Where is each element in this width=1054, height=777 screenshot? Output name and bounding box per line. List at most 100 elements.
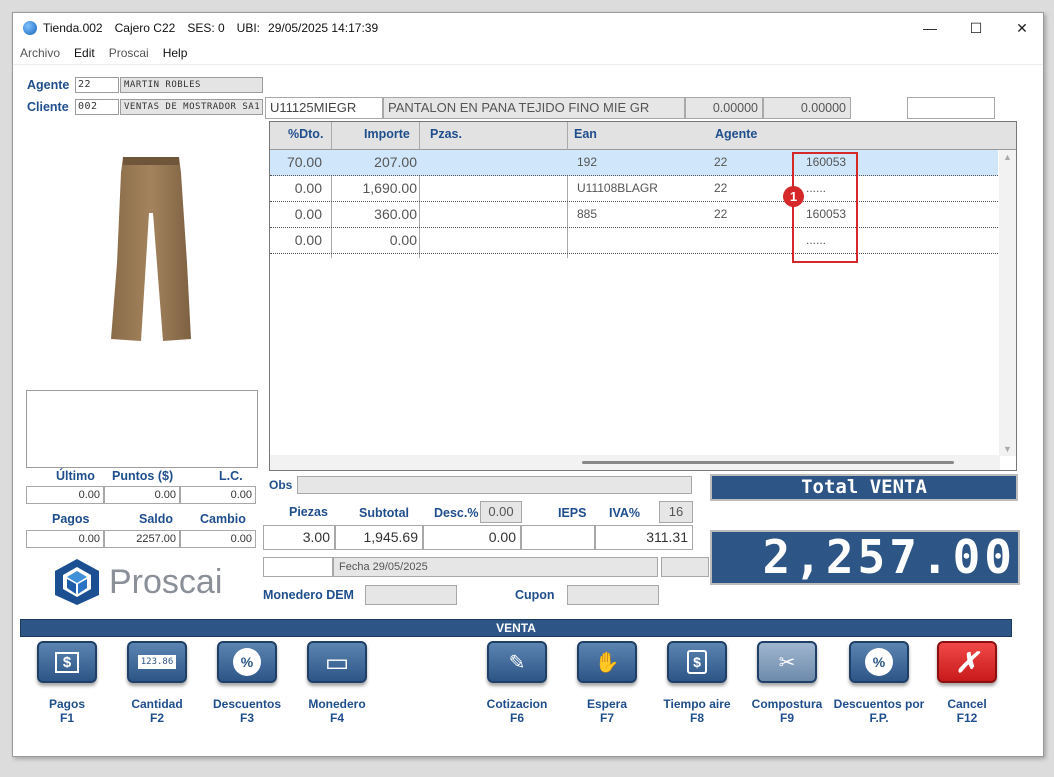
hand-icon[interactable]: ✋ — [577, 641, 637, 683]
pagos-f1-button[interactable]: $ Pagos F1 — [31, 641, 103, 725]
session-label: SES: 0 — [187, 21, 225, 35]
table-row[interactable]: 0.00 1,690.00 U11108BLAGR 22 ...... — [270, 176, 998, 202]
row-ean: U11108BLAGR — [577, 181, 658, 195]
subtotal-label: Subtotal — [359, 506, 409, 520]
proscai-logo: Proscai — [51, 557, 222, 607]
table-row[interactable]: 70.00 207.00 192 22 160053 — [270, 150, 998, 176]
proscai-cube-icon — [51, 557, 103, 607]
col-agente[interactable]: Agente — [715, 122, 775, 150]
product-extra-field[interactable] — [907, 97, 995, 119]
quote-pencil-icon[interactable]: ✎ — [487, 641, 547, 683]
cliente-code-field[interactable]: 002 — [75, 99, 119, 115]
product-description-field: PANTALON EN PANA TEJIDO FINO MIE GR — [383, 97, 685, 119]
row-dto: 70.00 — [286, 154, 322, 170]
puntos-label: Puntos ($) — [112, 469, 174, 483]
col-importe[interactable]: Importe — [364, 122, 424, 150]
espera-caption: Espera — [586, 697, 628, 711]
scroll-up-icon[interactable]: ▲ — [1003, 152, 1012, 162]
grid-horizontal-scrollbar[interactable] — [270, 455, 1000, 470]
agente-name-field: MARTIN ROBLES — [120, 77, 263, 93]
product-value1-field: 0.00000 — [685, 97, 763, 119]
row-dto: 0.00 — [294, 180, 322, 196]
menu-edit[interactable]: Edit — [74, 46, 95, 60]
puntos-field: 0.00 — [104, 486, 180, 504]
hscroll-thumb[interactable] — [582, 461, 954, 464]
total-venta-amount: 2,257.00 — [710, 530, 1020, 585]
compostura-f9-button[interactable]: ✂ Compostura F9 — [751, 641, 823, 725]
cupon-field[interactable] — [567, 585, 659, 605]
scissors-icon[interactable]: ✂ — [757, 641, 817, 683]
fecha-blank-field — [263, 557, 333, 577]
phone-dollar-icon[interactable]: $ — [667, 641, 727, 683]
grid-header: %Dto. Importe Pzas. Ean Agente — [270, 122, 1016, 150]
desc-pct-field: 0.00 — [480, 501, 522, 523]
monedero-f4-button[interactable]: ▭ Monedero F4 — [301, 641, 373, 725]
compostura-caption: Compostura — [751, 697, 823, 711]
cash-icon[interactable]: $ — [37, 641, 97, 683]
grid-vertical-scrollbar[interactable]: ▲ ▼ — [999, 150, 1016, 456]
piezas-field: 3.00 — [263, 525, 335, 550]
percent-badge-icon[interactable]: % — [217, 641, 277, 683]
calculator-icon[interactable]: 123.86 — [127, 641, 187, 683]
menu-bar: Archivo Edit Proscai Help — [13, 43, 1043, 63]
tiempo-aire-caption: Tiempo aire — [663, 697, 731, 711]
tiempo-aire-f8-button[interactable]: $ Tiempo aire F8 — [661, 641, 733, 725]
descuentos-fp-button[interactable]: % Descuentos por F.P. — [831, 641, 927, 725]
sku-field[interactable]: U11125MIEGR — [265, 97, 383, 119]
monedero-key: F4 — [329, 711, 344, 725]
window-title: Tienda.002 — [43, 21, 103, 35]
col-ean[interactable]: Ean — [574, 122, 634, 150]
iva-label: IVA% — [609, 506, 641, 520]
agente-code-field[interactable]: 22 — [75, 77, 119, 93]
sales-grid: %Dto. Importe Pzas. Ean Agente 70.00 207… — [269, 121, 1017, 471]
piezas-label: Piezas — [289, 505, 328, 519]
ieps-field — [521, 525, 595, 550]
row-importe: 0.00 — [389, 232, 417, 248]
title-bar: Tienda.002 Cajero C22 SES: 0 UBI: 29/05/… — [13, 13, 1043, 43]
saldo-field: 2257.00 — [104, 530, 180, 548]
product-image — [91, 153, 211, 343]
close-button[interactable]: ✕ — [999, 13, 1045, 43]
scroll-down-icon[interactable]: ▼ — [1003, 444, 1012, 454]
obs-field[interactable] — [297, 476, 692, 494]
notes-box — [26, 390, 258, 468]
col-pzas[interactable]: Pzas. — [430, 122, 490, 150]
desc-label: Desc.% — [434, 506, 479, 520]
monedero-field[interactable] — [365, 585, 457, 605]
descuentos-f3-button[interactable]: % Descuentos F3 — [211, 641, 283, 725]
table-row[interactable]: 0.00 0.00 ...... — [270, 228, 998, 254]
menu-proscai[interactable]: Proscai — [109, 46, 149, 60]
row-ean: 192 — [577, 155, 598, 169]
cotizacion-key: F6 — [509, 711, 524, 725]
cambio-label: Cambio — [200, 512, 246, 526]
row-importe: 360.00 — [374, 206, 417, 222]
menu-help[interactable]: Help — [163, 46, 188, 60]
ultimo-field: 0.00 — [26, 486, 104, 504]
ultimo-label: Último — [56, 469, 95, 483]
cliente-name-field: VENTAS DE MOSTRADOR SA1 — [120, 99, 263, 115]
fecha-extra-field — [661, 557, 709, 577]
cotizacion-f6-button[interactable]: ✎ Cotizacion F6 — [481, 641, 553, 725]
cancel-f12-button[interactable]: ✗ Cancel F12 — [931, 641, 1003, 725]
cantidad-f2-button[interactable]: 123.86 Cantidad F2 — [121, 641, 193, 725]
ubi-label: UBI: — [236, 21, 261, 35]
cancel-key: F12 — [956, 711, 978, 725]
percent-badge-icon[interactable]: % — [849, 641, 909, 683]
row-dto: 0.00 — [294, 206, 322, 222]
table-row[interactable]: 0.00 360.00 885 22 160053 — [270, 202, 998, 228]
saldo-label: Saldo — [139, 512, 174, 526]
espera-f7-button[interactable]: ✋ Espera F7 — [571, 641, 643, 725]
tiempo-aire-key: F8 — [689, 711, 704, 725]
proscai-logo-text: Proscai — [109, 562, 223, 601]
cancel-x-icon[interactable]: ✗ — [937, 641, 997, 683]
ieps-label: IEPS — [558, 506, 587, 520]
row-agente: 22 — [714, 207, 728, 221]
obs-label: Obs — [269, 478, 293, 492]
card-icon[interactable]: ▭ — [307, 641, 367, 683]
cantidad-key: F2 — [149, 711, 164, 725]
cambio-field: 0.00 — [180, 530, 256, 548]
minimize-button[interactable]: — — [907, 13, 953, 43]
descuentos-key: F3 — [239, 711, 254, 725]
maximize-button[interactable]: ☐ — [953, 13, 999, 43]
menu-archivo[interactable]: Archivo — [20, 46, 60, 60]
